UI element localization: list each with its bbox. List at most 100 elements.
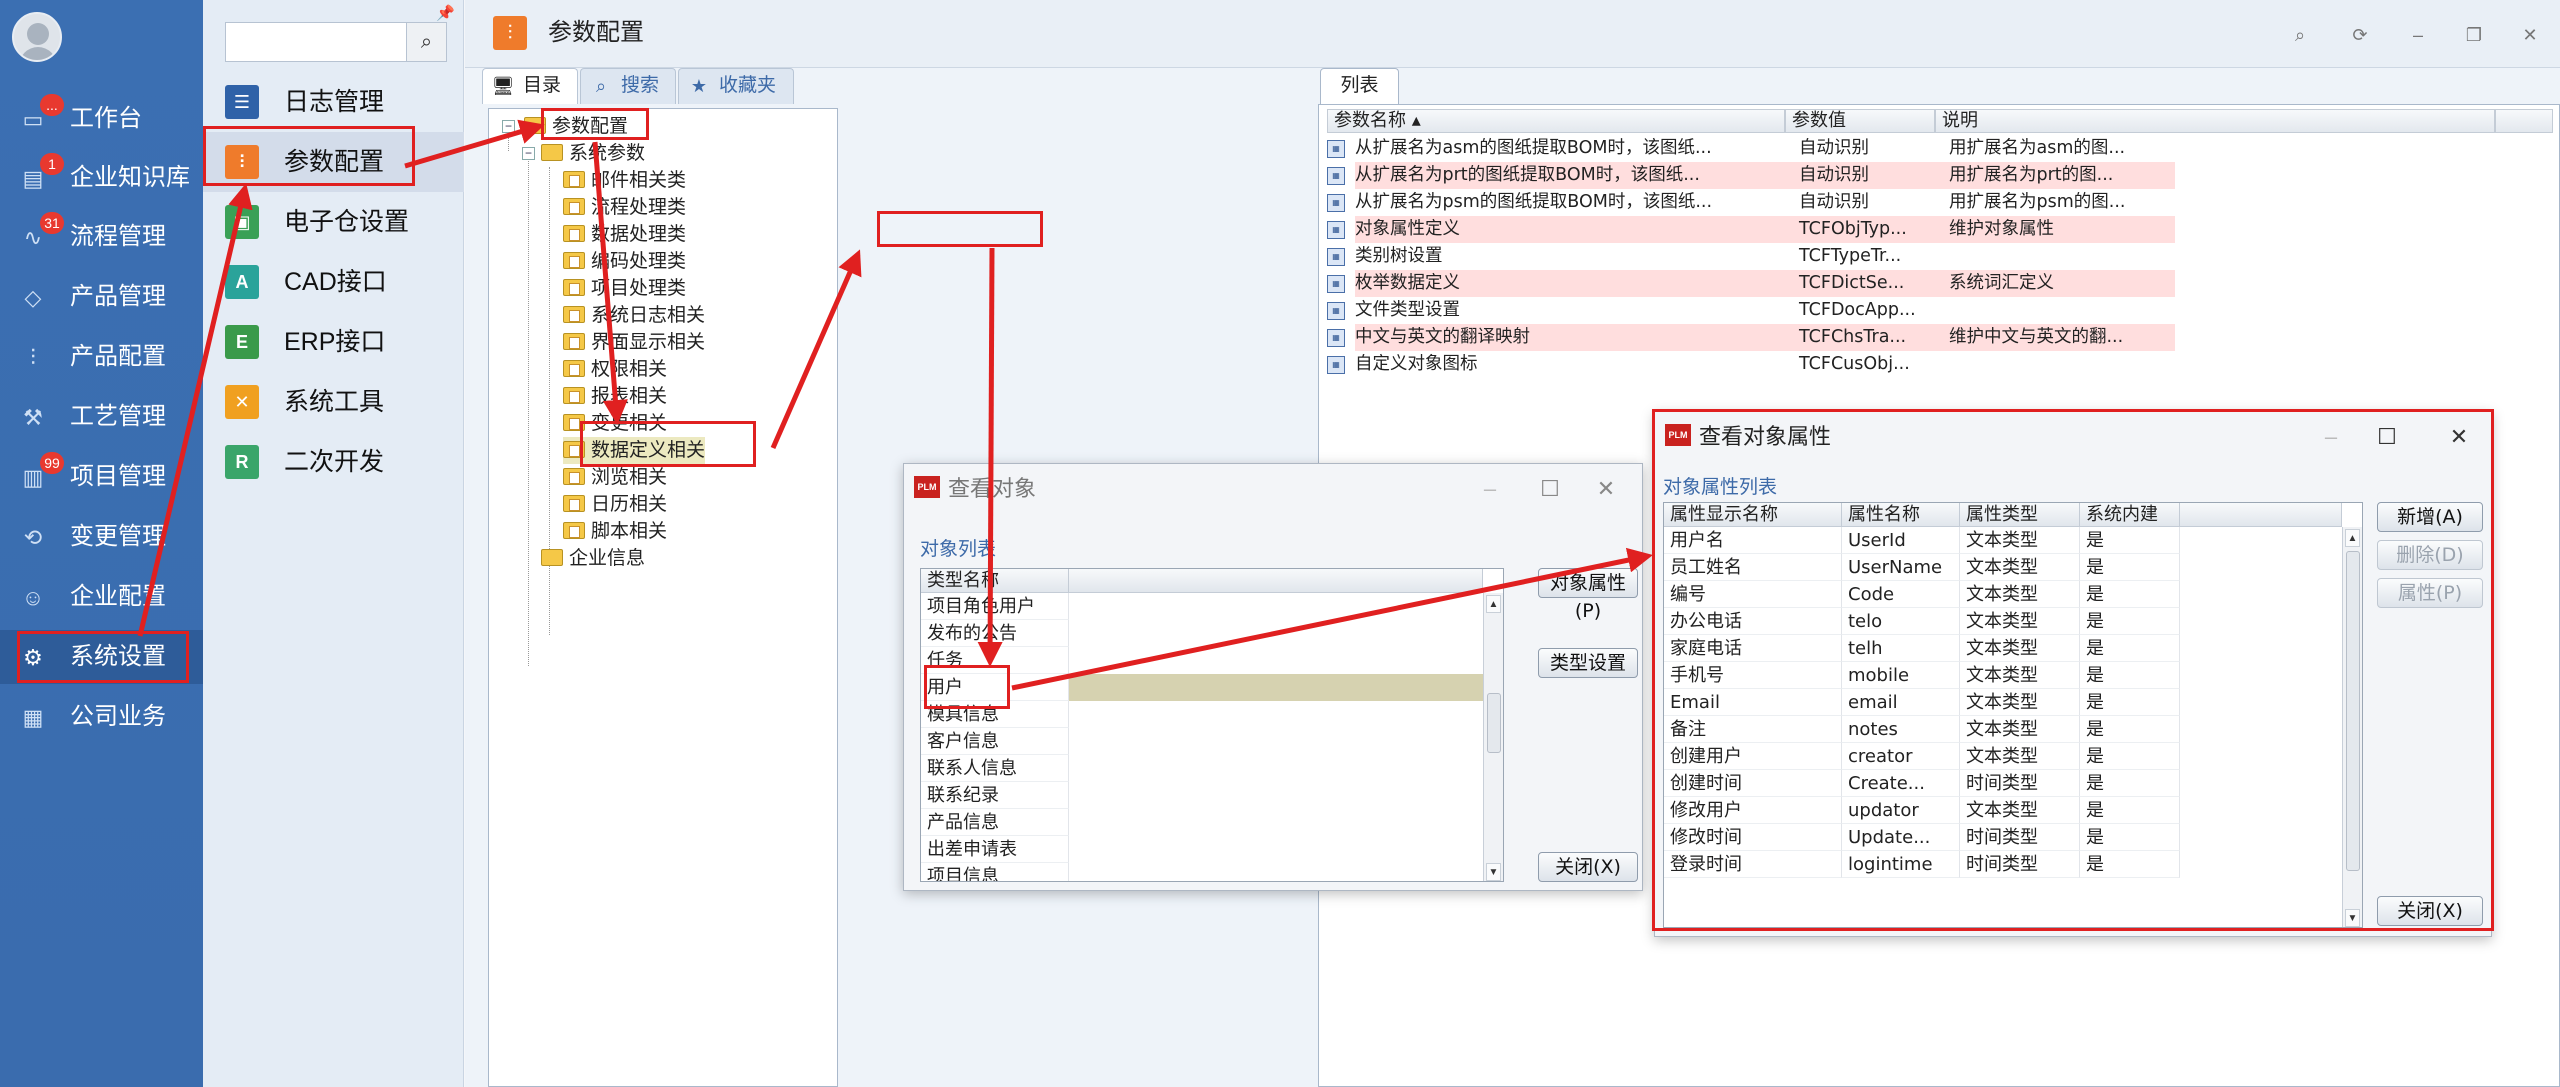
tree-node[interactable]: 界面显示相关	[563, 329, 705, 356]
scrollbar[interactable]: ▲ ▼	[1483, 593, 1503, 881]
minimize-icon[interactable]: –	[1472, 474, 1508, 504]
nav-badge: 31	[40, 212, 64, 234]
submenu-item-cad[interactable]: A CAD接口	[203, 252, 464, 312]
list-row[interactable]: ▦ 从扩展名为asm的图纸提取BOM时，该图纸... 自动识别 用扩展名为asm的图.…	[1327, 135, 2502, 162]
list-row[interactable]: ▦ 从扩展名为prt的图纸提取BOM时，该图纸... 自动识别 用扩展名为prt的图.…	[1327, 162, 2502, 189]
tab-search[interactable]: ⌕ 搜索	[580, 68, 676, 104]
tree-node[interactable]: 邮件相关类	[563, 167, 686, 194]
list-item[interactable]: 出差申请表	[921, 836, 1483, 863]
param-icon: ▦	[1327, 194, 1345, 212]
tree-node[interactable]: 日历相关	[563, 491, 667, 518]
plm-logo-icon: PLM	[914, 476, 940, 498]
collapse-toggle[interactable]: −	[502, 120, 515, 133]
scroll-up-icon[interactable]: ▲	[1486, 595, 1501, 613]
folder-icon	[541, 549, 563, 566]
list-item[interactable]: 客户信息	[921, 728, 1483, 755]
folder-doc-icon	[563, 495, 585, 512]
tree-node[interactable]: 流程处理类	[563, 194, 686, 221]
list-item[interactable]: 项目信息	[921, 863, 1483, 881]
change-icon: ⟲	[23, 525, 43, 550]
submenu-item-erp[interactable]: E ERP接口	[203, 312, 464, 372]
nav-item-project[interactable]: ▥ 99 项目管理	[0, 450, 203, 504]
nav-item-workflow[interactable]: ∿ 31 流程管理	[0, 210, 203, 264]
people-icon: ☺	[21, 585, 45, 610]
pin-icon[interactable]: 📌	[436, 4, 455, 22]
column-header-desc[interactable]: 说明	[1935, 109, 2495, 133]
close-icon[interactable]: ✕	[2515, 20, 2545, 50]
list-row[interactable]: ▦ 文件类型设置 TCFDocApp...	[1327, 297, 2502, 324]
folder-doc-icon	[563, 198, 585, 215]
tab-favorites[interactable]: ★ 收藏夹	[678, 68, 794, 104]
close-icon[interactable]: ✕	[1588, 474, 1624, 504]
folder-doc-icon	[563, 279, 585, 296]
tree-node[interactable]: 脚本相关	[563, 518, 667, 545]
tree-node[interactable]: 项目处理类	[563, 275, 686, 302]
param-icon: ▦	[1327, 167, 1345, 185]
title-bar: ⫶ 参数配置 ⌕ ⟳ – ❐ ✕	[465, 0, 2560, 68]
list-item[interactable]: 项目角色用户	[921, 593, 1483, 620]
column-header-name[interactable]: 参数名称 ▴	[1327, 109, 1785, 133]
nav-badge: ...	[40, 94, 64, 116]
highlight-box	[17, 631, 189, 683]
list-row[interactable]: ▦ 枚举数据定义 TCFDictSe... 系统词汇定义	[1327, 270, 2502, 297]
tree-node-enterprise[interactable]: 企业信息	[541, 545, 645, 572]
folder-doc-icon	[563, 468, 585, 485]
submenu-item-dev[interactable]: R 二次开发	[203, 432, 464, 492]
folder-doc-icon	[563, 387, 585, 404]
collapse-toggle[interactable]: −	[522, 147, 535, 160]
tree-node[interactable]: 报表相关	[563, 383, 667, 410]
type-settings-button[interactable]: 类型设置	[1538, 648, 1638, 678]
nav-item-process[interactable]: ⚒ 工艺管理	[0, 390, 203, 444]
nav-item-workbench[interactable]: ▭... 工作台	[0, 92, 203, 146]
tree-node[interactable]: 权限相关	[563, 356, 667, 383]
tab-list[interactable]: 列表	[1320, 68, 1399, 104]
submenu-item-log[interactable]: ☰ 日志管理	[203, 72, 464, 132]
param-icon: ▦	[1327, 140, 1345, 158]
list-row[interactable]: ▦ 自定义对象图标 TCFCusObj...	[1327, 351, 2502, 378]
tree-node[interactable]: 浏览相关	[563, 464, 667, 491]
list-item[interactable]: 发布的公告	[921, 620, 1483, 647]
nav-item-enterprise[interactable]: ☺ 企业配置	[0, 570, 203, 624]
tree-node[interactable]: 数据处理类	[563, 221, 686, 248]
scroll-thumb[interactable]	[1487, 693, 1501, 753]
object-attr-button[interactable]: 对象属性(P)	[1538, 568, 1638, 622]
nav-item-change[interactable]: ⟲ 变更管理	[0, 510, 203, 564]
nav-item-business[interactable]: ▦ 公司业务	[0, 690, 203, 744]
list-row[interactable]: ▦ 从扩展名为psm的图纸提取BOM时，该图纸... 自动识别 用扩展名为psm的图.…	[1327, 189, 2502, 216]
column-header-type[interactable]: 类型名称	[921, 569, 1069, 593]
restore-icon[interactable]: ❐	[2459, 20, 2489, 50]
scroll-down-icon[interactable]: ▼	[1486, 863, 1501, 881]
submenu-item-tools[interactable]: ✕ 系统工具	[203, 372, 464, 432]
param-icon: ▦	[1327, 356, 1345, 374]
submenu-item-warehouse[interactable]: ▣ 电子仓设置	[203, 192, 464, 252]
log-icon: ☰	[225, 85, 259, 119]
dev-icon: R	[225, 445, 259, 479]
list-item[interactable]: 联系纪录	[921, 782, 1483, 809]
param-icon: ▦	[1327, 329, 1345, 347]
search-icon[interactable]: ⌕	[2285, 20, 2315, 50]
avatar[interactable]	[12, 12, 62, 62]
list-row[interactable]: ▦ 中文与英文的翻译映射 TCFChsTra... 维护中文与英文的翻...	[1327, 324, 2502, 351]
list-row-object-attr-def[interactable]: ▦ 对象属性定义 TCFObjTyp... 维护对象属性	[1327, 216, 2502, 243]
close-button[interactable]: 关闭(X)	[1538, 852, 1638, 882]
cad-icon: A	[225, 265, 259, 299]
nav-item-knowledge[interactable]: ▤ 1 企业知识库	[0, 151, 203, 205]
list-item[interactable]: 产品信息	[921, 809, 1483, 836]
tree-node-system-params[interactable]: 系统参数	[541, 140, 645, 167]
nav-item-product[interactable]: ◇ 产品管理	[0, 270, 203, 324]
warehouse-icon: ▣	[225, 205, 259, 239]
list-row[interactable]: ▦ 类别树设置 TCFTypeTr...	[1327, 243, 2502, 270]
highlight-box	[541, 108, 649, 140]
nav-item-product-config[interactable]: ⫶ 产品配置	[0, 330, 203, 384]
column-header-value[interactable]: 参数值	[1785, 109, 1935, 133]
tree-node[interactable]: 系统日志相关	[563, 302, 705, 329]
refresh-icon[interactable]: ⟳	[2345, 20, 2375, 50]
sliders-icon: ⫶	[493, 16, 527, 50]
search-icon[interactable]: ⌕	[406, 22, 447, 62]
tab-directory[interactable]: 🖥 目录	[482, 68, 578, 104]
tree-node[interactable]: 编码处理类	[563, 248, 686, 275]
maximize-icon[interactable]: ☐	[1532, 474, 1568, 504]
minimize-icon[interactable]: –	[2403, 20, 2433, 50]
highlight-box	[877, 211, 1043, 247]
list-item[interactable]: 联系人信息	[921, 755, 1483, 782]
